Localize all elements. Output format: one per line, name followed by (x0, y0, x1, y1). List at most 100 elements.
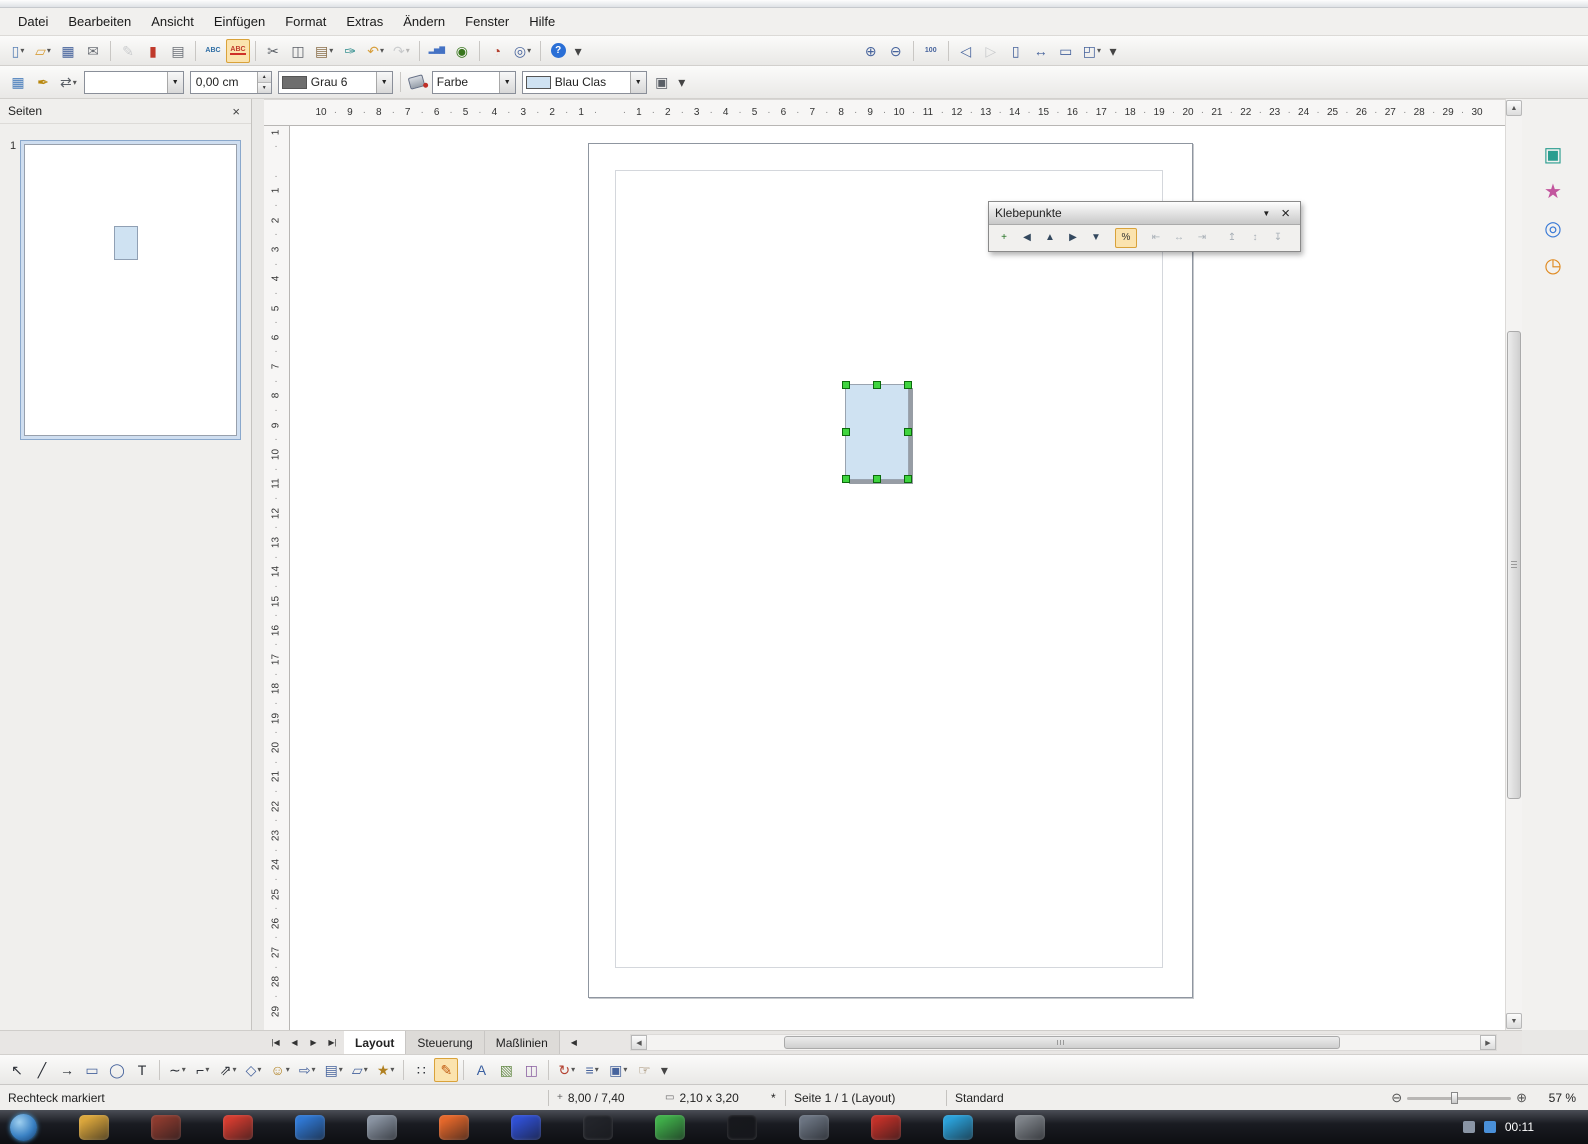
menu-fenster[interactable]: Fenster (455, 9, 519, 34)
zoom-optimal-button[interactable]: ▭ (1054, 39, 1078, 63)
zoom-slider-thumb[interactable] (1451, 1092, 1458, 1104)
draw-options-button[interactable]: ▾ (657, 1058, 671, 1082)
selection-handle-bottom-right[interactable] (904, 475, 912, 483)
tab-scroll-left-icon[interactable]: ◀ (566, 1034, 582, 1052)
copy-button[interactable]: ◫ (286, 39, 310, 63)
gluepoints-button[interactable]: ✎ (434, 1058, 458, 1082)
exit-left-button[interactable]: ◀ (1016, 228, 1038, 248)
vertical-scrollbar-thumb[interactable] (1507, 331, 1521, 799)
zoom-in-button[interactable]: ⊕ (859, 39, 883, 63)
taskbar-app-11[interactable] (799, 1115, 829, 1140)
dropdown-arrow-icon[interactable]: ▾ (339, 1065, 343, 1074)
desktop-icon-gallery[interactable]: ★ (1538, 176, 1568, 206)
arrow-style-button[interactable]: ⇄▾ (56, 70, 81, 94)
style-status[interactable]: Standard (947, 1085, 1187, 1110)
chart-button[interactable]: ▂▅▇ (425, 39, 449, 63)
flowchart-button[interactable]: ▤▾ (321, 1058, 347, 1082)
tab-layout[interactable]: Layout (344, 1031, 406, 1054)
dropdown-arrow-icon[interactable]: ▾ (390, 1065, 394, 1074)
table-button[interactable]: ▦ (6, 70, 30, 94)
dropdown-arrow-icon[interactable]: ▾ (364, 1065, 368, 1074)
taskbar-app-12[interactable] (871, 1115, 901, 1140)
toolbar-menu-icon[interactable]: ▼ (1255, 209, 1277, 218)
fontwork-button[interactable]: A (469, 1058, 493, 1082)
save-button[interactable]: ▦ (56, 39, 80, 63)
zoom-in-icon[interactable]: ⊕ (1516, 1090, 1527, 1106)
tab-masslinien[interactable]: Maßlinien (485, 1031, 560, 1054)
taskbar-clock[interactable]: 00:11 (1505, 1120, 1534, 1134)
ellipse-button[interactable]: ◯ (105, 1058, 129, 1082)
zoom-options-button[interactable]: ▾ (1106, 39, 1120, 63)
stars-button[interactable]: ★▾ (373, 1058, 399, 1082)
dropdown-arrow-icon[interactable]: ▾ (406, 46, 410, 55)
line-button[interactable]: ╱ (30, 1058, 54, 1082)
dropdown-arrow-icon[interactable]: ▾ (73, 78, 77, 87)
close-icon[interactable]: × (1277, 205, 1294, 222)
dropdown-arrow-icon[interactable]: ▾ (623, 1065, 627, 1074)
menu-bearbeiten[interactable]: Bearbeiten (58, 9, 141, 34)
dropdown-arrow-icon[interactable]: ▾ (205, 1065, 209, 1074)
dropdown-arrow-icon[interactable]: ▾ (1097, 46, 1101, 55)
gluepoint-relative-button[interactable]: % (1115, 228, 1137, 248)
dropdown-arrow-icon[interactable]: ▾ (571, 1065, 575, 1074)
scroll-right-icon[interactable]: ▶ (1480, 1035, 1496, 1050)
desktop-icon-clock[interactable]: ◷ (1538, 250, 1568, 280)
taskbar-app-8[interactable] (583, 1115, 613, 1140)
dropdown-arrow-icon[interactable]: ▾ (257, 1065, 261, 1074)
tab-steuerung[interactable]: Steuerung (406, 1031, 484, 1054)
zoom-previous-button[interactable]: ◁ (954, 39, 978, 63)
selected-rectangle-shape[interactable] (845, 384, 909, 480)
rotate-button[interactable]: ↻▾ (554, 1058, 579, 1082)
hyperlink-button[interactable]: ◉ (450, 39, 474, 63)
taskbar-app-7[interactable] (511, 1115, 541, 1140)
callouts-button[interactable]: ▱▾ (348, 1058, 372, 1082)
spin-up-icon[interactable]: ▲ (258, 72, 271, 82)
taskbar-app-3[interactable] (223, 1115, 253, 1140)
line-color-select[interactable]: Grau 6 ▼ (278, 71, 393, 94)
menu-hilfe[interactable]: Hilfe (519, 9, 565, 34)
send-email-button[interactable]: ✉ (81, 39, 105, 63)
symbol-shapes-button[interactable]: ☺▾ (267, 1058, 294, 1082)
align-button[interactable]: ≡▾ (580, 1058, 604, 1082)
interaction-button[interactable]: ☞ (632, 1058, 656, 1082)
chevron-down-icon[interactable]: ▼ (499, 72, 515, 93)
taskbar-app-6[interactable] (439, 1115, 469, 1140)
cut-button[interactable]: ✂ (261, 39, 285, 63)
selection-handle-bottom-middle[interactable] (873, 475, 881, 483)
chevron-down-icon[interactable]: ▼ (376, 72, 392, 93)
horizontal-scrollbar[interactable]: ◀ ▶ (630, 1034, 1497, 1051)
selection-handle-top-left[interactable] (842, 381, 850, 389)
taskbar-app-2[interactable] (151, 1115, 181, 1140)
zoom-slider[interactable] (1407, 1091, 1511, 1105)
text-button[interactable]: T (130, 1058, 154, 1082)
taskbar-app-1[interactable] (79, 1115, 109, 1140)
clone-formatting-button[interactable]: ✑ (338, 39, 362, 63)
exit-right-button[interactable]: ▶ (1062, 228, 1084, 248)
dropdown-arrow-icon[interactable]: ▾ (20, 46, 24, 55)
zoom-page-width-button[interactable]: ↔ (1029, 39, 1053, 63)
curve-button[interactable]: ∼▾ (165, 1058, 190, 1082)
menu-einfuegen[interactable]: Einfügen (204, 9, 275, 34)
navigator-button[interactable]: ◔ (485, 39, 509, 63)
previous-page-button[interactable]: ◀ (285, 1034, 304, 1052)
select-button[interactable]: ↖ (5, 1058, 29, 1082)
connector-button[interactable]: ⌐▾ (191, 1058, 215, 1082)
dropdown-arrow-icon[interactable]: ▾ (595, 1065, 599, 1074)
menu-aendern[interactable]: Ändern (393, 9, 455, 34)
line-style-select[interactable]: ▼ (84, 71, 184, 94)
area-style-button[interactable] (405, 70, 429, 94)
dropdown-arrow-icon[interactable]: ▾ (182, 1065, 186, 1074)
last-page-button[interactable]: ▶| (323, 1034, 342, 1052)
dropdown-arrow-icon[interactable]: ▾ (232, 1065, 236, 1074)
tray-icon-1[interactable] (1463, 1121, 1475, 1133)
image-button[interactable]: ▧ (494, 1058, 518, 1082)
gluepoints-titlebar[interactable]: Klebepunkte ▼ × (989, 202, 1300, 225)
dropdown-arrow-icon[interactable]: ▾ (286, 1065, 290, 1074)
dropdown-arrow-icon[interactable]: ▾ (47, 46, 51, 55)
selection-handle-middle-right[interactable] (904, 428, 912, 436)
autospellcheck-button[interactable]: ABC (226, 39, 250, 63)
taskbar-app-14[interactable] (1015, 1115, 1045, 1140)
close-icon[interactable]: × (229, 104, 243, 119)
lines-arrows-button[interactable]: ⇗▾ (216, 1058, 241, 1082)
exit-bottom-button[interactable]: ▼ (1085, 228, 1107, 248)
